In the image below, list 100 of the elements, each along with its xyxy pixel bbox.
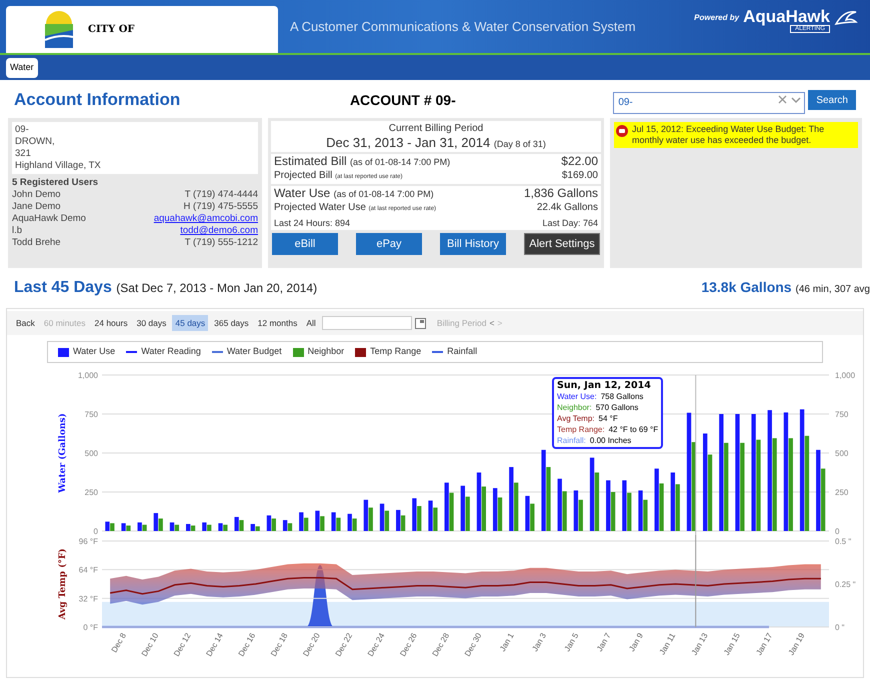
user-email-link[interactable]: aquahawk@amcobi.com — [154, 213, 258, 225]
range-button[interactable]: All — [303, 315, 319, 331]
tooltip-value: 0.00 Inches — [590, 435, 632, 446]
last-day: Last Day: 764 — [542, 216, 598, 230]
neighbor-bar — [546, 467, 551, 531]
tooltip-label: Neighbor: — [557, 402, 592, 413]
date-field[interactable] — [322, 316, 412, 330]
tooltip-title: Sun, Jan 12, 2014 — [557, 380, 652, 391]
y-tick-label: 500 — [835, 449, 848, 458]
neighbor-bar — [320, 516, 324, 531]
water-use-bar — [315, 510, 320, 531]
range-button[interactable]: 30 days — [134, 315, 170, 331]
city-name: CITY OF — [88, 23, 135, 37]
tooltip-label: Water Use: — [557, 391, 597, 402]
chevron-down-icon[interactable] — [791, 96, 802, 104]
neighbor-bar — [190, 526, 196, 531]
clear-icon[interactable] — [778, 95, 788, 104]
water-use-bar — [266, 515, 272, 531]
neighbor-bar — [207, 524, 212, 531]
neighbor-bar — [223, 524, 228, 531]
alert-icon — [616, 125, 628, 137]
x-tick-label: Dec 14 — [204, 632, 225, 658]
neighbor-bar — [110, 523, 114, 531]
water-use-bar — [121, 523, 126, 531]
x-tick-label: Dec 28 — [430, 632, 452, 658]
y-axis-title: Avg Temp (°F) — [58, 548, 68, 620]
neighbor-bar — [158, 518, 163, 531]
x-tick-label: Jan 17 — [754, 632, 774, 657]
neighbor-bar — [449, 492, 454, 531]
calendar-icon[interactable] — [414, 318, 426, 328]
neighbor-bar — [530, 504, 534, 531]
neighbor-bar — [272, 518, 276, 531]
x-tick-label: Jan 9 — [627, 632, 645, 653]
neighbor-bar — [304, 518, 308, 531]
y-tick-label: 96 °F — [78, 537, 98, 546]
range-button[interactable]: 12 months — [254, 315, 300, 331]
last-24-hours: Last 24 Hours: 894 — [274, 217, 350, 230]
projected-use-value: 22.4k Gallons — [536, 201, 598, 215]
x-tick-label: Dec 8 — [110, 632, 128, 654]
water-use-bar — [492, 488, 498, 531]
tagline: A Customer Communications & Water Conservation System — [289, 18, 637, 36]
billing-period-dates: Dec 31, 2013 - Jan 31, 2014 (Day 8 of 31) — [326, 136, 546, 151]
range-button[interactable]: 24 hours — [92, 315, 131, 331]
users-heading: 5 Registered Users — [12, 177, 100, 189]
neighbor-bar — [514, 482, 518, 531]
previous-button[interactable]: < — [489, 316, 494, 330]
water-use-bar — [348, 514, 352, 531]
billing-button[interactable]: eBill — [272, 233, 338, 255]
water-use-bar — [460, 486, 465, 531]
y-tick-label: 0 — [94, 527, 98, 535]
user-email-link[interactable]: todd@demo6.com — [180, 225, 258, 237]
legend-label: Water Reading — [141, 345, 201, 358]
neighbor-bar — [594, 472, 600, 531]
address-line: 321 — [15, 148, 32, 160]
y-tick-label: 1,000 — [78, 371, 98, 380]
neighbor-bar — [400, 515, 406, 531]
water-use-bar — [670, 472, 676, 531]
water-use-bar — [476, 472, 482, 531]
address-line: DROWN, — [15, 136, 56, 148]
x-tick-label: Dec 22 — [334, 632, 354, 658]
water-use-bar — [234, 516, 239, 531]
legend-label: Neighbor — [308, 345, 344, 358]
water-use-bar — [444, 482, 449, 531]
y-tick-label: 500 — [84, 449, 98, 458]
x-tick-label: Jan 1 — [498, 632, 516, 653]
water-use-bar — [170, 522, 174, 531]
x-tick-label: Dec 20 — [301, 632, 322, 658]
user-phone: T (719) 555-1212 — [184, 237, 258, 249]
x-tick-label: Jan 15 — [722, 632, 742, 657]
neighbor-bar — [288, 523, 292, 531]
search-button[interactable]: Search — [808, 90, 856, 110]
x-tick-label: Jan 13 — [690, 632, 710, 657]
x-tick-label: Dec 18 — [269, 632, 290, 658]
neighbor-bar — [498, 497, 502, 531]
water-use-bar — [606, 480, 610, 531]
neighbor-bar — [126, 526, 131, 531]
legend-label: Temp Range — [370, 345, 422, 358]
nav-tab[interactable]: Water — [6, 58, 38, 78]
y-tick-label: 750 — [84, 410, 98, 419]
water-use-bar — [428, 500, 433, 531]
neighbor-bar — [174, 524, 180, 531]
water-use-value: 1,836 Gallons — [524, 186, 598, 201]
y-tick-label: 0 — [835, 527, 840, 535]
range-button[interactable]: Back — [13, 315, 38, 331]
tooltip-label: Avg Temp: — [557, 413, 595, 424]
range-button[interactable]: 365 days — [211, 315, 252, 331]
x-tick-label: Jan 7 — [595, 632, 613, 653]
billing-button[interactable]: Alert Settings — [524, 233, 600, 255]
range-button[interactable]: 45 days — [172, 315, 208, 331]
neighbor-bar — [255, 526, 260, 531]
billing-button[interactable]: Bill History — [440, 233, 506, 255]
period-total: 13.8k Gallons (46 min, 307 avg — [701, 278, 870, 297]
x-tick-label: Jan 3 — [530, 632, 548, 653]
water-use-bar — [412, 498, 417, 531]
y-tick-label: 250 — [835, 488, 848, 497]
billing-button[interactable]: ePay — [356, 233, 422, 255]
account-search-field[interactable]: 09- — [613, 92, 806, 114]
user-name: Jane Demo — [12, 201, 61, 213]
x-tick-label: Dec 10 — [140, 632, 160, 658]
tooltip-value: 42 °F to 69 °F — [608, 424, 658, 435]
